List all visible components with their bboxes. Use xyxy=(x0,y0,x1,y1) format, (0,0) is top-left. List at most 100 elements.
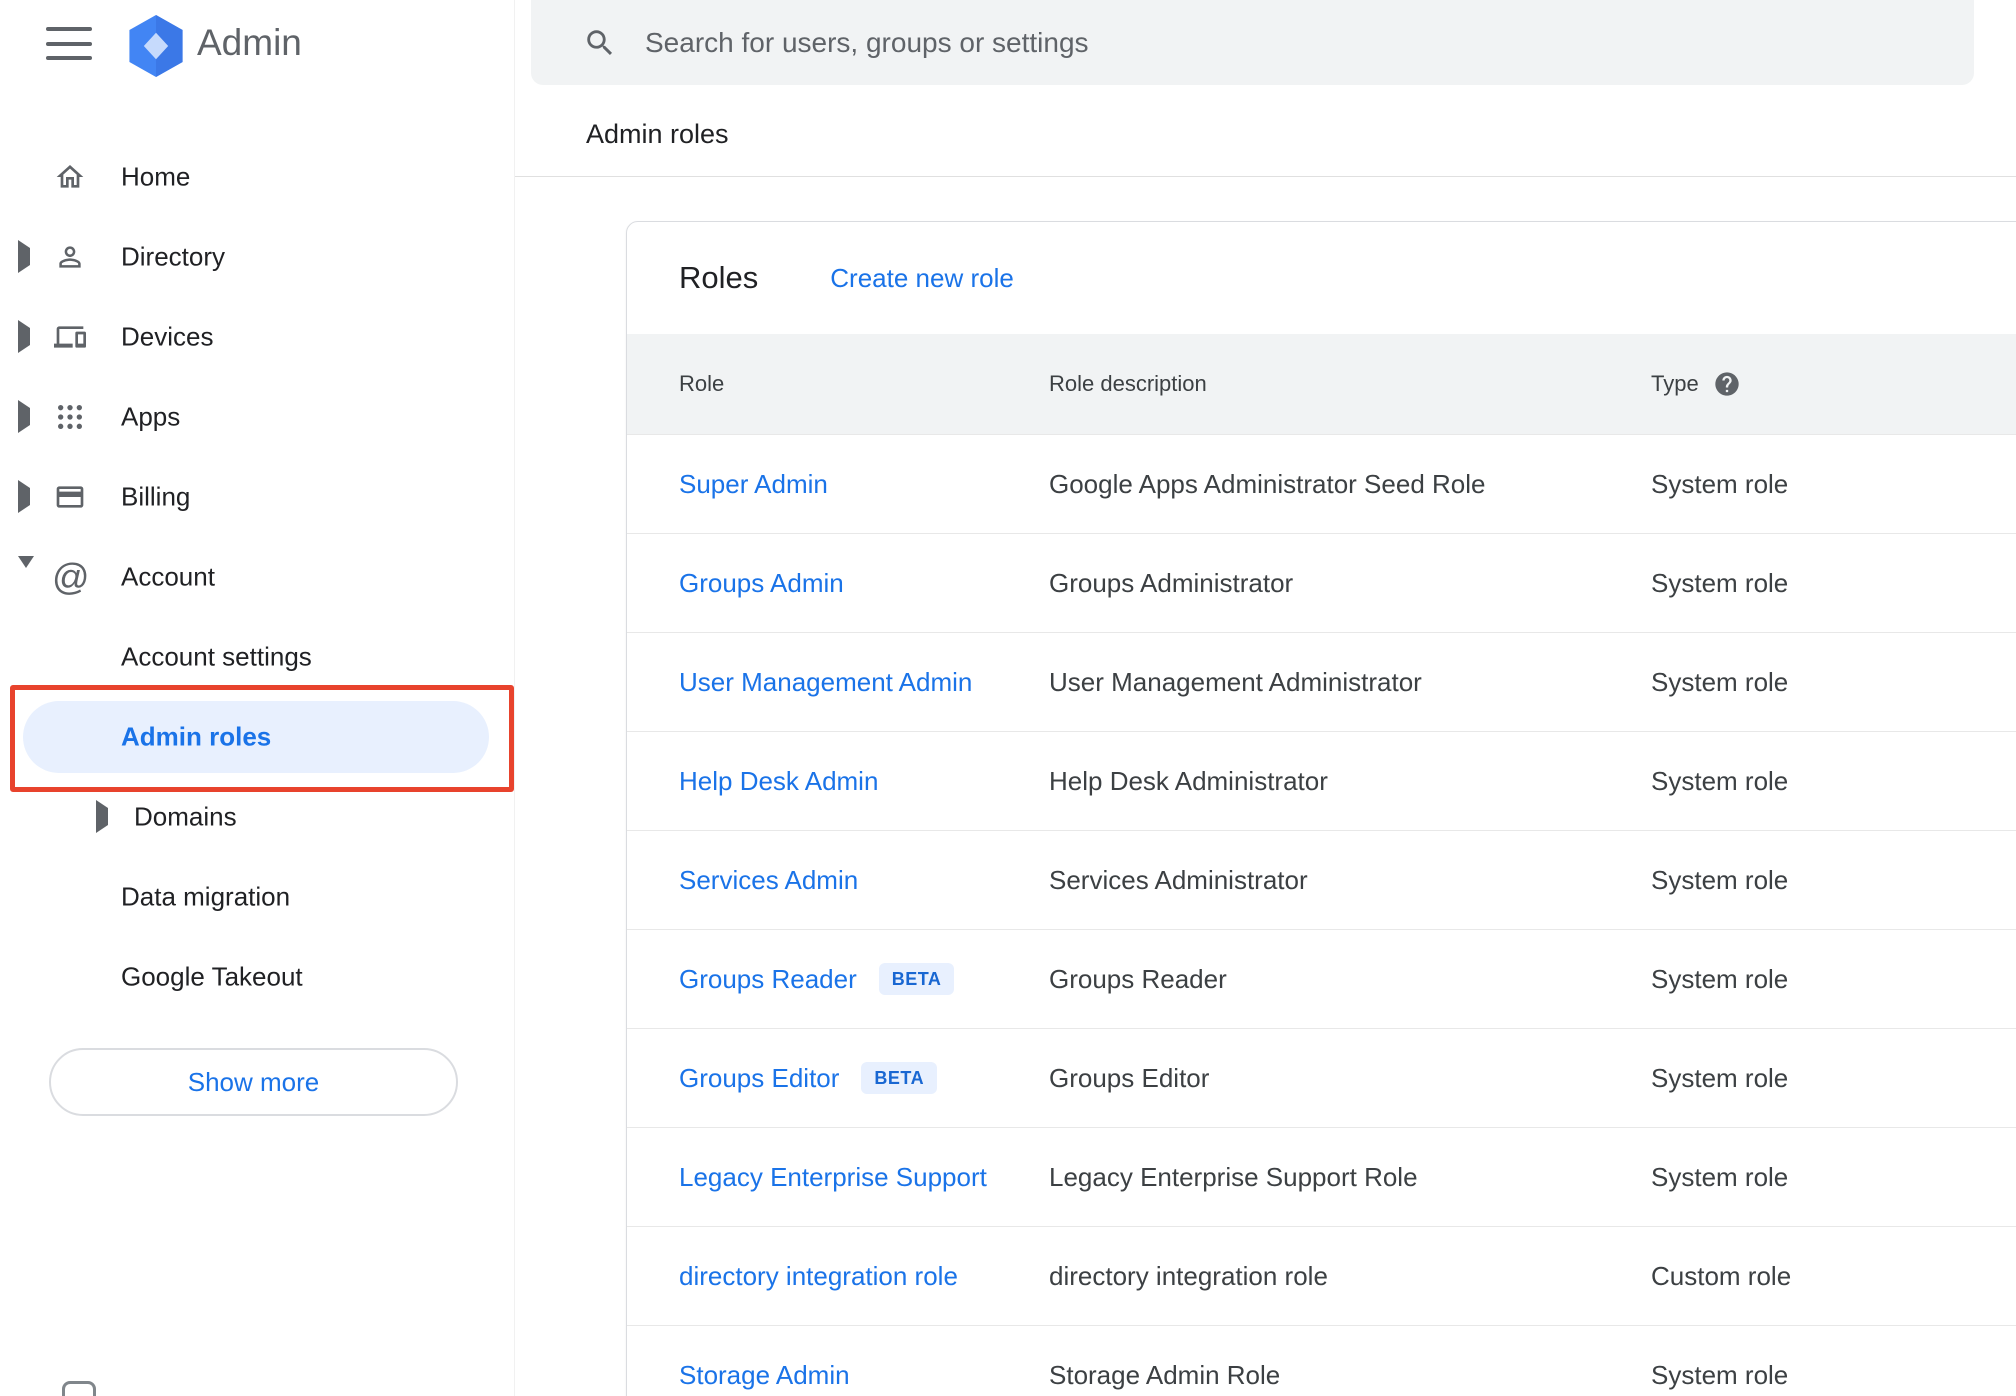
table-row: Legacy Enterprise Support Legacy Enterpr… xyxy=(627,1127,2016,1226)
sidebar-item-account-settings[interactable]: Account settings xyxy=(0,617,514,697)
sidebar-item-label: Home xyxy=(121,161,191,192)
table-row: Groups Admin Groups Administrator System… xyxy=(627,533,2016,632)
search-bar[interactable] xyxy=(531,0,1974,85)
beta-badge: BETA xyxy=(878,963,955,995)
brand-name: Admin xyxy=(197,22,302,63)
card-title: Roles xyxy=(679,260,759,295)
chevron-right-icon[interactable] xyxy=(96,800,108,833)
sidebar-item-label: Admin roles xyxy=(121,721,272,752)
sidebar-item-label: Devices xyxy=(121,321,214,352)
sidebar-item-billing[interactable]: Billing xyxy=(0,457,514,537)
role-link[interactable]: User Management Admin xyxy=(679,667,972,698)
chevron-down-icon[interactable] xyxy=(18,556,34,586)
sidebar-item-label: Domains xyxy=(134,801,237,832)
role-link[interactable]: Services Admin xyxy=(679,865,858,896)
role-type: System role xyxy=(1651,1359,1789,1390)
role-link[interactable]: Groups Editor xyxy=(679,1063,839,1094)
role-type: System role xyxy=(1651,567,1789,598)
column-header-role: Role xyxy=(679,371,725,396)
role-link[interactable]: Legacy Enterprise Support xyxy=(679,1162,987,1193)
person-icon xyxy=(54,241,86,273)
devices-icon xyxy=(54,321,86,353)
table-row: Groups Editor BETA Groups Editor System … xyxy=(627,1028,2016,1127)
table-row: Help Desk Admin Help Desk Administrator … xyxy=(627,731,2016,830)
search-input[interactable] xyxy=(643,25,1944,60)
roles-card: Roles Create new role Role Role descript… xyxy=(626,221,2016,1396)
page-title: Admin roles xyxy=(586,119,729,149)
role-description: Services Administrator xyxy=(1049,864,1308,895)
sidebar-item-devices[interactable]: Devices xyxy=(0,297,514,377)
table-row: Services Admin Services Administrator Sy… xyxy=(627,830,2016,929)
hamburger-icon xyxy=(46,27,92,31)
roles-card-header: Roles Create new role xyxy=(627,222,2016,334)
at-icon: @ xyxy=(52,556,90,598)
hamburger-icon xyxy=(46,56,92,60)
role-description: Groups Reader xyxy=(1049,963,1227,994)
role-type: System role xyxy=(1651,1161,1789,1192)
chevron-right-icon[interactable] xyxy=(18,240,30,273)
divider xyxy=(515,176,2016,177)
sidebar-item-data-migration[interactable]: Data migration xyxy=(0,857,514,937)
google-admin-console: Admin Home Directory Devices Apps Billin… xyxy=(0,0,2016,1396)
column-header-type: Type xyxy=(1651,370,2016,398)
role-type: System role xyxy=(1651,1062,1789,1093)
partial-icon xyxy=(62,1381,96,1396)
role-description: Groups Editor xyxy=(1049,1062,1210,1093)
role-type: Custom role xyxy=(1651,1260,1792,1291)
hamburger-icon xyxy=(46,41,92,46)
sidebar-item-account[interactable]: @ Account xyxy=(0,537,514,617)
sidebar-item-label: Directory xyxy=(121,241,226,272)
role-description: directory integration role xyxy=(1049,1260,1328,1291)
sidebar-item-directory[interactable]: Directory xyxy=(0,217,514,297)
table-row: User Management Admin User Management Ad… xyxy=(627,632,2016,731)
sidebar-item-label: Account xyxy=(121,561,215,592)
sidebar-item-label: Apps xyxy=(121,401,181,432)
sidebar-item-home[interactable]: Home xyxy=(0,137,514,217)
role-description: Google Apps Administrator Seed Role xyxy=(1049,468,1486,499)
role-link[interactable]: Groups Reader xyxy=(679,964,857,995)
table-row: Storage Admin Storage Admin Role System … xyxy=(627,1325,2016,1396)
billing-icon xyxy=(54,481,86,513)
table-row: Super Admin Google Apps Administrator Se… xyxy=(627,434,2016,533)
role-link[interactable]: Super Admin xyxy=(679,469,828,500)
table-header: Role Role description Type xyxy=(627,334,2016,434)
chevron-right-icon[interactable] xyxy=(18,320,30,353)
table-row: directory integration role directory int… xyxy=(627,1226,2016,1325)
sidebar: Admin Home Directory Devices Apps Billin… xyxy=(0,0,515,1396)
admin-logo-icon xyxy=(128,15,184,82)
chevron-right-icon[interactable] xyxy=(18,480,30,513)
sidebar-item-admin-roles[interactable]: Admin roles xyxy=(0,697,514,777)
role-description: Groups Administrator xyxy=(1049,567,1294,598)
role-type: System role xyxy=(1651,963,1789,994)
sidebar-nav: Home Directory Devices Apps Billing @ Ac… xyxy=(0,137,514,1017)
sidebar-item-label: Data migration xyxy=(121,881,291,912)
column-header-description: Role description xyxy=(1049,371,1207,396)
role-description: User Management Administrator xyxy=(1049,666,1422,697)
search-icon xyxy=(583,26,617,60)
sidebar-item-label: Account settings xyxy=(121,641,312,672)
sidebar-item-domains[interactable]: Domains xyxy=(0,777,514,857)
role-link[interactable]: directory integration role xyxy=(679,1261,958,1292)
sidebar-item-apps[interactable]: Apps xyxy=(0,377,514,457)
create-new-role-link[interactable]: Create new role xyxy=(830,263,1014,294)
role-type: System role xyxy=(1651,468,1789,499)
sidebar-item-label: Google Takeout xyxy=(121,961,303,992)
role-type: System role xyxy=(1651,864,1789,895)
role-description: Legacy Enterprise Support Role xyxy=(1049,1161,1418,1192)
role-link[interactable]: Help Desk Admin xyxy=(679,766,878,797)
role-description: Storage Admin Role xyxy=(1049,1359,1281,1390)
chevron-right-icon[interactable] xyxy=(18,400,30,433)
show-more-button[interactable]: Show more xyxy=(49,1048,458,1116)
sidebar-item-label: Billing xyxy=(121,481,191,512)
beta-badge: BETA xyxy=(861,1062,938,1094)
help-icon[interactable] xyxy=(1713,370,1741,398)
role-link[interactable]: Groups Admin xyxy=(679,568,844,599)
role-type: System role xyxy=(1651,666,1789,697)
home-icon xyxy=(54,161,86,193)
role-link[interactable]: Storage Admin xyxy=(679,1360,850,1391)
menu-button[interactable] xyxy=(46,27,92,60)
table-row: Groups Reader BETA Groups Reader System … xyxy=(627,929,2016,1028)
sidebar-item-google-takeout[interactable]: Google Takeout xyxy=(0,937,514,1017)
role-description: Help Desk Administrator xyxy=(1049,765,1328,796)
apps-icon xyxy=(54,401,86,433)
